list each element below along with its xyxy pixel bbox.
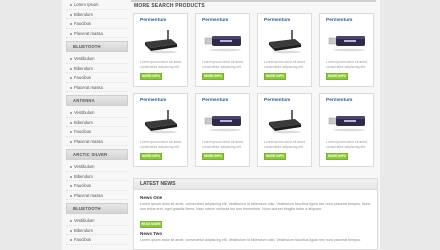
page: Lorem Ipsum Bibendum Faucibus Placerat m… <box>62 0 380 250</box>
product-name[interactable]: Permentum <box>264 18 290 23</box>
sidebar-item[interactable]: Vestibulum <box>66 162 128 172</box>
usb-dongle-image[interactable] <box>327 28 367 54</box>
more-info-button[interactable]: MORE INFO <box>202 153 224 160</box>
product-description: Lorem ipsum dolor sit amet, consectetur … <box>202 140 244 149</box>
sidebar-block: Lorem Ipsum Bibendum Faucibus Placerat m… <box>66 0 128 38</box>
news-title[interactable]: News Two <box>140 231 375 236</box>
sidebar-item[interactable]: Faucibus <box>66 235 128 245</box>
usb-dongle-image[interactable] <box>327 108 367 134</box>
news-text: Lorem ipsum dolor sit amet, consectetur … <box>140 202 371 211</box>
usb-dongle-image[interactable] <box>203 28 243 54</box>
more-info-button[interactable]: MORE INFO <box>140 73 162 80</box>
news-item: News Two Lorem ipsum dolor sit amet, con… <box>140 231 375 243</box>
latest-news-panel: LATEST NEWS News One Lorem ipsum dolor s… <box>133 178 378 250</box>
product-name[interactable]: Permentum <box>326 18 352 23</box>
sidebar-item[interactable]: Faucibus <box>66 127 128 137</box>
product-name[interactable]: Permentum <box>202 98 228 103</box>
product-name[interactable]: Permentum <box>140 18 166 23</box>
sidebar-item[interactable]: Vestibulum <box>66 108 128 118</box>
product-description: Lorem ipsum dolor sit amet, consectetur … <box>326 60 368 69</box>
more-info-button[interactable]: MORE INFO <box>140 153 162 160</box>
sidebar-block: ANTENNA Vestibulum Bibendum Faucibus Pla… <box>66 95 128 146</box>
read-more-button[interactable]: READ MORE <box>140 221 162 228</box>
more-info-button[interactable]: MORE INFO <box>326 153 348 160</box>
product-name[interactable]: Permentum <box>264 98 290 103</box>
sidebar-list: Vestibulum Bibendum Faucibus <box>66 216 128 245</box>
sidebar-item[interactable]: Lorem Ipsum <box>66 0 128 10</box>
product-description: Lorem ipsum dolor sit amet, consectetur … <box>264 140 306 149</box>
sidebar-item[interactable]: Vestibulum <box>66 216 128 226</box>
news-title[interactable]: News One <box>140 195 375 200</box>
more-info-button[interactable]: MORE INFO <box>264 153 286 160</box>
sidebar-item[interactable]: Faucibus <box>66 19 128 29</box>
sidebar-item[interactable]: Bibendum <box>66 64 128 73</box>
router-image[interactable] <box>141 28 181 54</box>
more-info-button[interactable]: MORE INFO <box>202 73 224 80</box>
sidebar-item[interactable]: Faucibus <box>66 73 128 83</box>
sidebar-item[interactable]: Placerat massa <box>66 137 128 146</box>
product-name[interactable]: Permentum <box>326 98 352 103</box>
more-info-button[interactable]: MORE INFO <box>264 73 286 80</box>
sidebar-item[interactable]: Bibendum <box>66 118 128 127</box>
sidebar-heading[interactable]: BLUETOOTH <box>66 41 128 52</box>
sidebar-heading[interactable]: ARCTIC SILVER <box>66 149 128 160</box>
sidebar-list: Vestibulum Bibendum Faucibus Placerat ma… <box>66 108 128 146</box>
sidebar-item[interactable]: Vestibulum <box>66 54 128 64</box>
sidebar-item[interactable]: Placerat massa <box>66 191 128 200</box>
sidebar-list: Vestibulum Bibendum Faucibus Placerat ma… <box>66 162 128 200</box>
product-description: Lorem ipsum dolor sit amet, consectetur … <box>140 140 182 149</box>
usb-dongle-image[interactable] <box>203 108 243 134</box>
product-description: Lorem ipsum dolor sit amet, consectetur … <box>264 60 306 69</box>
sidebar: Lorem Ipsum Bibendum Faucibus Placerat m… <box>66 0 128 248</box>
sidebar-list: Lorem Ipsum Bibendum Faucibus Placerat m… <box>66 0 128 38</box>
sidebar-item[interactable]: Placerat massa <box>66 29 128 38</box>
product-name[interactable]: Permentum <box>202 18 228 23</box>
top-strip <box>131 0 376 2</box>
sidebar-item[interactable]: Bibendum <box>66 172 128 181</box>
product-description: Lorem ipsum dolor sit amet, consectetur … <box>140 60 182 69</box>
product-card[interactable]: Permentum Lorem ipsum dolor sit amet, con… <box>133 93 188 167</box>
product-description: Lorem ipsum dolor sit amet, consectetur … <box>202 60 244 69</box>
sidebar-item[interactable]: Bibendum <box>66 226 128 235</box>
more-info-button[interactable]: MORE INFO <box>326 73 348 80</box>
sidebar-heading[interactable]: ANTENNA <box>66 95 128 106</box>
sidebar-block: BLUETOOTH Vestibulum Bibendum Faucibus P… <box>66 41 128 92</box>
product-description: Lorem ipsum dolor sit amet, consectetur … <box>326 140 368 149</box>
product-card[interactable]: Permentum Lorem ipsum dolor sit amet, con… <box>133 13 188 87</box>
news-item: News One Lorem ipsum dolor sit amet, con… <box>140 195 375 230</box>
product-card[interactable]: Permentum Lorem ipsum dolor sit amet, con… <box>319 13 374 87</box>
product-card[interactable]: Permentum Lorem ipsum dolor sit amet, con… <box>195 93 250 167</box>
sidebar-list: Vestibulum Bibendum Faucibus Placerat ma… <box>66 54 128 92</box>
product-name[interactable]: Permentum <box>140 98 166 103</box>
sidebar-item[interactable]: Placerat massa <box>66 83 128 92</box>
product-card[interactable]: Permentum Lorem ipsum dolor sit amet, con… <box>257 13 312 87</box>
product-card[interactable]: Permentum Lorem ipsum dolor sit amet, con… <box>257 93 312 167</box>
product-card[interactable]: Permentum Lorem ipsum dolor sit amet, con… <box>195 13 250 87</box>
router-image[interactable] <box>265 108 305 134</box>
sidebar-block: ARCTIC SILVER Vestibulum Bibendum Faucib… <box>66 149 128 200</box>
router-image[interactable] <box>265 28 305 54</box>
main-content: MORE SEARCH PRODUCTS Permentum Lorem ipsu… <box>131 0 378 250</box>
news-text: Lorem ipsum dolor sit amet, consectetur … <box>140 238 361 242</box>
sidebar-item[interactable]: Faucibus <box>66 181 128 191</box>
sidebar-heading[interactable]: BLUETOOTH <box>66 203 128 214</box>
sidebar-item[interactable]: Bibendum <box>66 10 128 19</box>
product-card[interactable]: Permentum Lorem ipsum dolor sit amet, con… <box>319 93 374 167</box>
news-heading: LATEST NEWS <box>134 179 377 190</box>
router-image[interactable] <box>141 108 181 134</box>
sidebar-block: BLUETOOTH Vestibulum Bibendum Faucibus <box>66 203 128 245</box>
